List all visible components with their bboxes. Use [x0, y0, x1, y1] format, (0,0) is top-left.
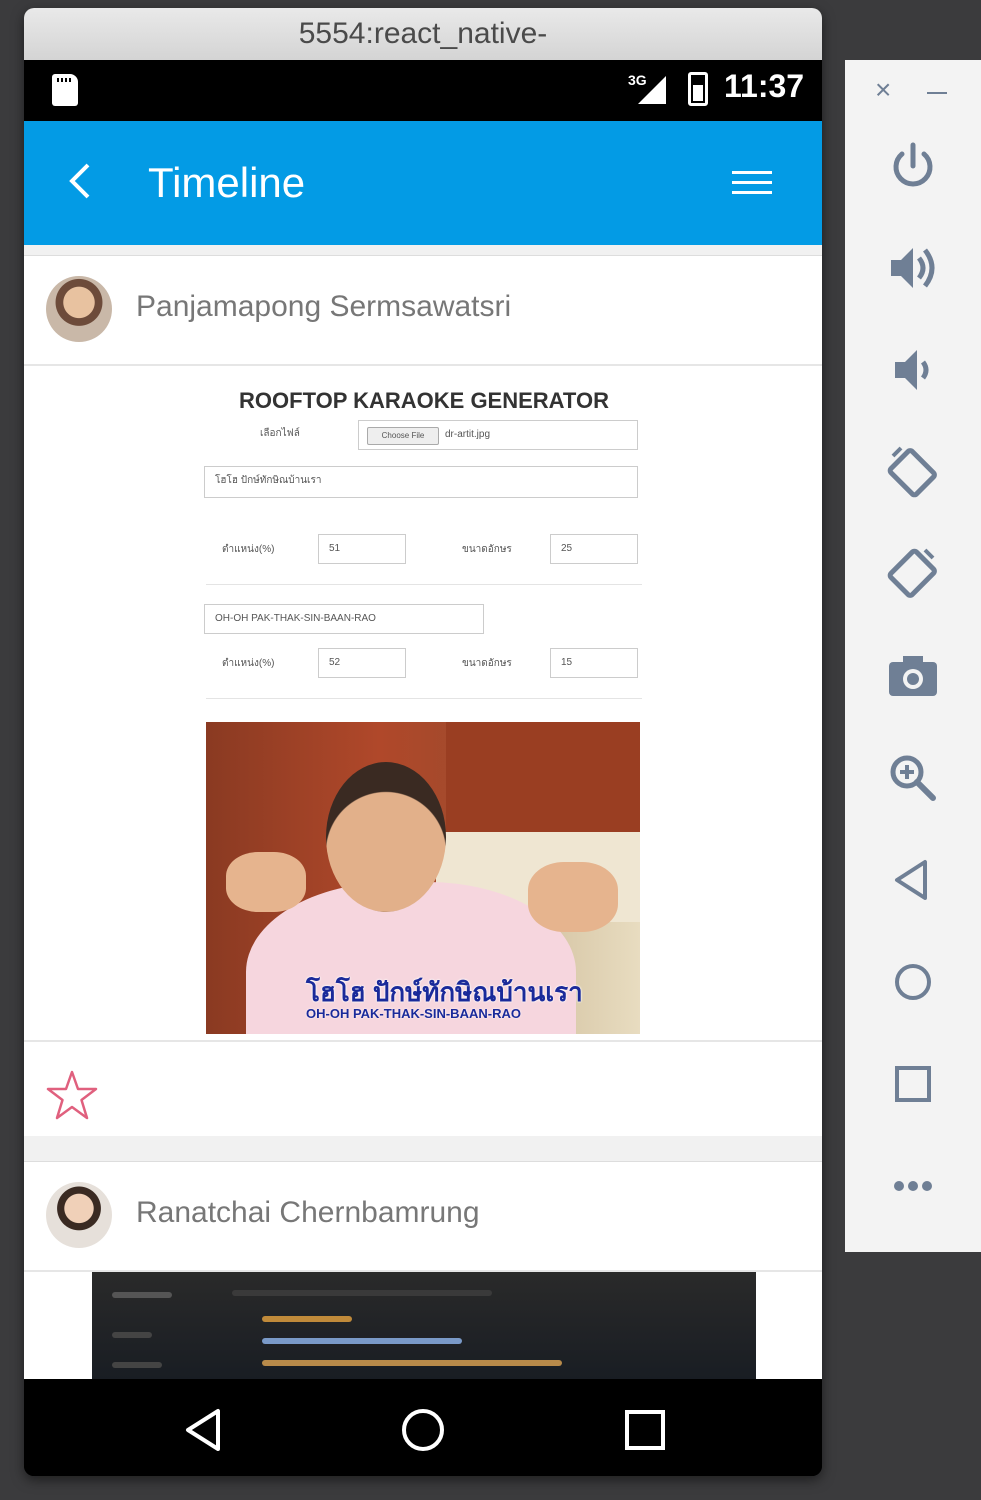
line2-text-input: OH-OH PAK-THAK-SIN-BAAN-RAO	[204, 604, 484, 634]
post-actions	[24, 1040, 822, 1138]
emulator-toolbar: ×	[845, 60, 981, 1252]
zoom-icon[interactable]	[883, 748, 943, 808]
back-icon[interactable]	[883, 850, 943, 910]
subtitle-en: OH-OH PAK-THAK-SIN-BAAN-RAO	[306, 1006, 521, 1021]
minimize-icon[interactable]	[927, 92, 947, 94]
line1-position-label: ตำแหน่ง(%)	[222, 544, 275, 555]
rotate-left-icon[interactable]	[883, 442, 943, 502]
karaoke-photo: โฮโฮ ปักษ์ทักษิณบ้านเรา OH-OH PAK-THAK-S…	[206, 722, 640, 1034]
app-screen: Timeline Panjamapong Sermsawatsri ROOFTO…	[24, 121, 822, 1379]
line2-size-input: 15	[550, 648, 638, 678]
post-header: Ranatchai Chernbamrung	[24, 1162, 822, 1272]
line1-text-input: โฮโฮ ปักษ์ทักษิณบ้านเรา	[204, 466, 638, 498]
power-icon[interactable]	[883, 136, 943, 196]
camera-icon[interactable]	[883, 646, 943, 706]
star-outline-icon[interactable]	[44, 1068, 100, 1124]
window-title: 5554:react_native-	[24, 8, 822, 60]
back-icon[interactable]	[180, 1405, 230, 1455]
file-label: เลือกไฟล์	[260, 428, 300, 439]
author-name[interactable]: Panjamapong Sermsawatsri	[136, 290, 511, 324]
app-bar: Timeline	[24, 121, 822, 245]
sd-card-icon	[52, 74, 78, 106]
close-icon[interactable]: ×	[875, 74, 891, 106]
file-name: dr-artit.jpg	[445, 429, 491, 440]
volume-up-icon[interactable]	[883, 238, 943, 298]
overview-icon[interactable]	[883, 1054, 943, 1114]
choose-file-button: Choose File	[367, 427, 439, 445]
post-card: Panjamapong Sermsawatsri ROOFTOP KARAOKE…	[24, 255, 822, 1136]
volume-down-icon[interactable]	[883, 340, 943, 400]
post-card: Ranatchai Chernbamrung	[24, 1161, 822, 1379]
hamburger-menu-icon[interactable]	[732, 169, 772, 197]
chevron-left-icon[interactable]	[66, 161, 92, 201]
navigation-bar	[24, 1379, 822, 1476]
home-icon[interactable]	[398, 1405, 448, 1455]
emulator-window: 5554:react_native- 3G 11:37 Timeline Pan…	[24, 8, 822, 1476]
page-title: Timeline	[148, 159, 306, 206]
recents-icon[interactable]	[620, 1405, 670, 1455]
status-bar: 3G 11:37	[24, 60, 822, 121]
line2-size-label: ขนาดอักษร	[462, 658, 512, 669]
line1-size-label: ขนาดอักษร	[462, 544, 512, 555]
status-time: 11:37	[724, 68, 805, 104]
line1-position-input: 51	[318, 534, 406, 564]
avatar[interactable]	[46, 276, 112, 342]
battery-icon	[688, 72, 708, 106]
divider	[206, 698, 642, 699]
post-image[interactable]: ROOFTOP KARAOKE GENERATOR เลือกไฟล์ Choo…	[204, 378, 644, 1036]
more-icon[interactable]	[883, 1156, 943, 1216]
line1-size-input: 25	[550, 534, 638, 564]
karaoke-title: ROOFTOP KARAOKE GENERATOR	[239, 388, 609, 413]
line2-position-label: ตำแหน่ง(%)	[222, 658, 275, 669]
author-name[interactable]: Ranatchai Chernbamrung	[136, 1196, 480, 1230]
home-icon[interactable]	[883, 952, 943, 1012]
line2-position-input: 52	[318, 648, 406, 678]
post-header: Panjamapong Sermsawatsri	[24, 256, 822, 366]
file-input: Choose File dr-artit.jpg	[358, 420, 638, 450]
post-image[interactable]	[92, 1272, 756, 1379]
rotate-right-icon[interactable]	[883, 544, 943, 604]
divider	[206, 584, 642, 585]
signal-icon	[638, 76, 666, 104]
avatar[interactable]	[46, 1182, 112, 1248]
